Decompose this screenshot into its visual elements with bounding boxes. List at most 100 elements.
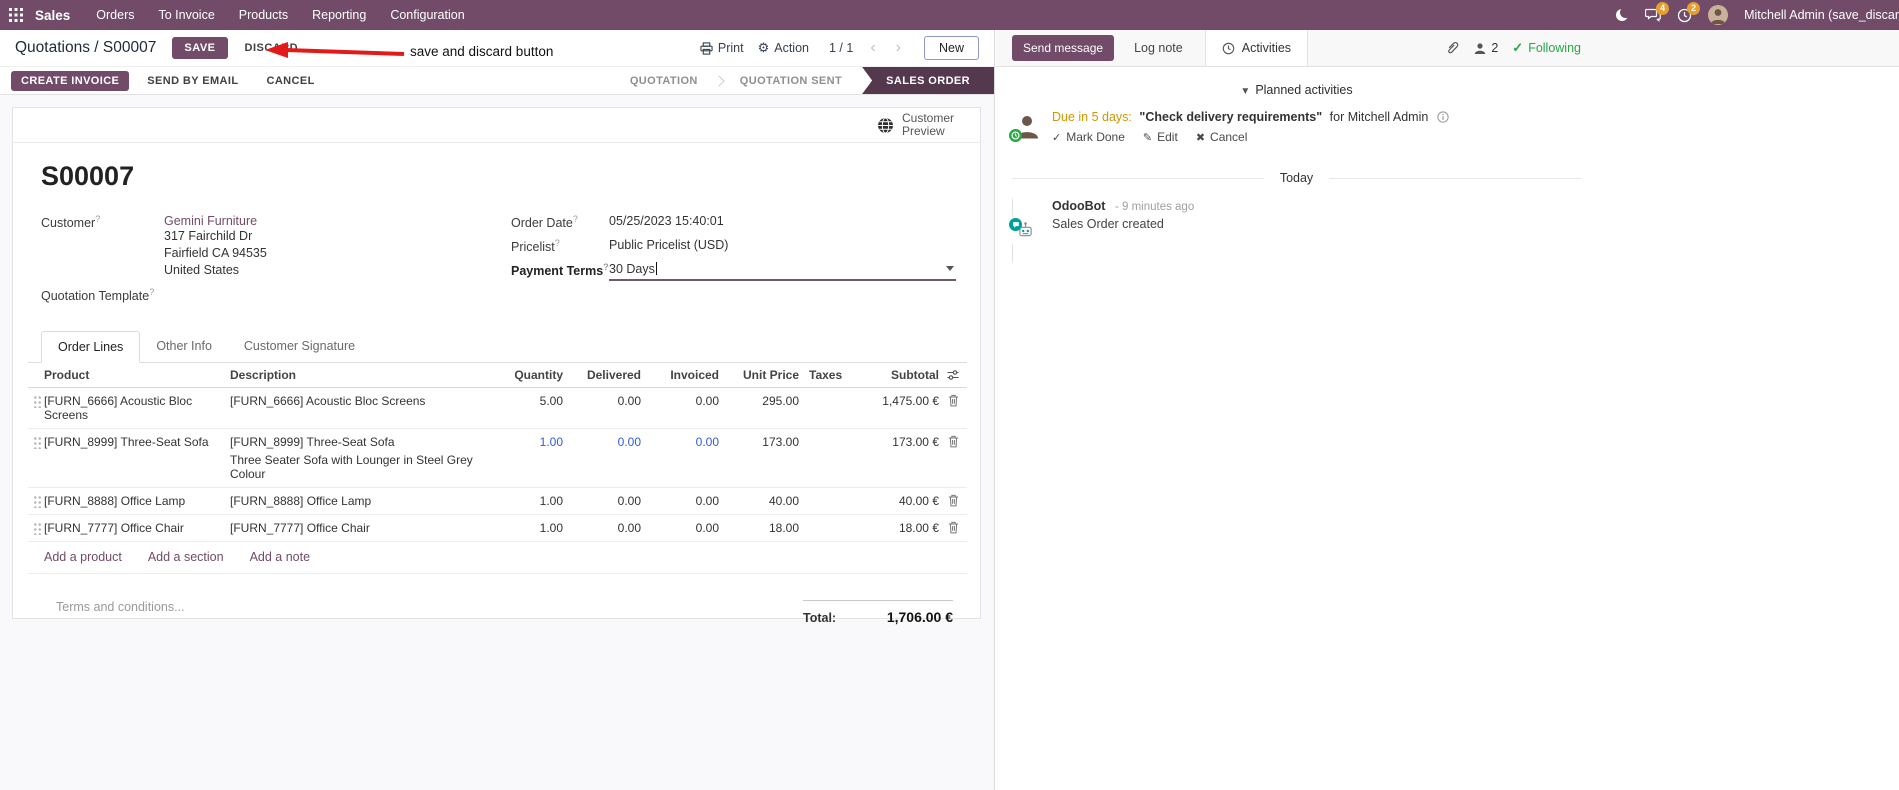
delete-line-icon[interactable] (939, 494, 967, 507)
drag-handle-icon[interactable] (33, 435, 42, 450)
menu-products[interactable]: Products (227, 0, 300, 30)
messages-icon[interactable]: 4 (1645, 2, 1670, 22)
order-line-row[interactable]: [FURN_8888] Office Lamp [FURN_8888] Offi… (28, 488, 967, 516)
col-product[interactable]: Product (44, 368, 230, 382)
tab-customer-signature[interactable]: Customer Signature (228, 331, 371, 362)
cell-quantity[interactable]: 1.00 (495, 494, 565, 508)
action-button[interactable]: ⚙ Action (758, 40, 809, 56)
drag-handle-icon[interactable] (33, 394, 42, 409)
add-section-link[interactable]: Add a section (148, 550, 224, 564)
cell-unit-price[interactable]: 40.00 (721, 494, 801, 508)
planned-activities-toggle[interactable]: ▼ Planned activities (1012, 83, 1581, 97)
cell-delivered[interactable]: 0.00 (565, 435, 643, 449)
menu-reporting[interactable]: Reporting (300, 0, 378, 30)
chevron-down-icon[interactable] (946, 266, 954, 272)
cell-unit-price[interactable]: 173.00 (721, 435, 801, 449)
col-delivered[interactable]: Delivered (565, 368, 643, 382)
info-icon[interactable] (1437, 111, 1449, 123)
cell-unit-price[interactable]: 295.00 (721, 394, 801, 408)
cell-invoiced[interactable]: 0.00 (643, 494, 721, 508)
payment-terms-input[interactable]: 30 Days (609, 262, 956, 282)
cell-quantity[interactable]: 1.00 (495, 521, 565, 535)
attachments-paperclip-icon[interactable] (1445, 41, 1459, 56)
cell-product[interactable]: [FURN_7777] Office Chair (44, 521, 230, 535)
cancel-button[interactable]: CANCEL (256, 71, 324, 91)
customer-preview-button[interactable]: Customer Preview (877, 112, 958, 138)
cell-unit-price[interactable]: 18.00 (721, 521, 801, 535)
pricelist-value[interactable]: Public Pricelist (USD) (609, 238, 728, 254)
cell-invoiced[interactable]: 0.00 (643, 521, 721, 535)
add-note-link[interactable]: Add a note (250, 550, 310, 564)
menu-to-invoice[interactable]: To Invoice (146, 0, 226, 30)
order-line-row[interactable]: [FURN_6666] Acoustic Bloc Screens [FURN_… (28, 388, 967, 430)
drag-handle-icon[interactable] (33, 494, 42, 509)
col-invoiced[interactable]: Invoiced (643, 368, 721, 382)
add-product-link[interactable]: Add a product (44, 550, 122, 564)
order-line-row[interactable]: [FURN_8999] Three-Seat Sofa [FURN_8999] … (28, 429, 967, 489)
menu-configuration[interactable]: Configuration (378, 0, 476, 30)
cell-description[interactable]: [FURN_8999] Three-Seat Sofa Three Seater … (230, 435, 495, 481)
cancel-activity-button[interactable]: ✖ Cancel (1196, 130, 1248, 144)
edit-activity-button[interactable]: ✎ Edit (1143, 130, 1178, 144)
stage-quotation-sent[interactable]: QUOTATION SENT (724, 67, 858, 94)
cell-quantity[interactable]: 5.00 (495, 394, 565, 408)
mark-done-button[interactable]: ✓ Mark Done (1052, 130, 1125, 144)
caret-down-icon: ▼ (1240, 86, 1251, 97)
quotation-template-field[interactable]: Quotation Template? (41, 287, 511, 303)
cell-product[interactable]: [FURN_8888] Office Lamp (44, 494, 230, 508)
pager-prev-icon[interactable]: ‹ (867, 40, 878, 56)
send-message-button[interactable]: Send message (1012, 35, 1115, 61)
delete-line-icon[interactable] (939, 394, 967, 407)
col-subtotal[interactable]: Subtotal (851, 368, 939, 382)
delete-line-icon[interactable] (939, 435, 967, 448)
stage-quotation[interactable]: QUOTATION (614, 67, 714, 94)
col-description[interactable]: Description (230, 368, 495, 382)
cell-quantity[interactable]: 1.00 (495, 435, 565, 449)
order-line-row[interactable]: [FURN_7777] Office Chair [FURN_7777] Off… (28, 515, 967, 543)
pager-next-icon[interactable]: › (893, 40, 904, 56)
tab-other-info[interactable]: Other Info (140, 331, 228, 362)
col-taxes[interactable]: Taxes (801, 368, 851, 382)
save-button[interactable]: SAVE (172, 37, 228, 59)
following-button[interactable]: ✓ Following (1512, 40, 1581, 56)
col-quantity[interactable]: Quantity (495, 368, 565, 382)
order-date-value[interactable]: 05/25/2023 15:40:01 (609, 214, 724, 230)
cell-delivered[interactable]: 0.00 (565, 521, 643, 535)
send-by-email-button[interactable]: SEND BY EMAIL (137, 71, 248, 91)
cell-invoiced[interactable]: 0.00 (643, 435, 721, 449)
followers-button[interactable]: 2 (1473, 41, 1498, 55)
cell-description[interactable]: [FURN_7777] Office Chair (230, 521, 495, 535)
create-invoice-button[interactable]: CREATE INVOICE (11, 70, 130, 91)
annotation-text: save and discard button (410, 44, 554, 59)
log-note-button[interactable]: Log note (1134, 41, 1183, 55)
cell-delivered[interactable]: 0.00 (565, 394, 643, 408)
menu-orders[interactable]: Orders (84, 0, 146, 30)
breadcrumb-current: S00007 (102, 39, 157, 56)
user-name[interactable]: Mitchell Admin (save_discar (1744, 8, 1899, 22)
terms-placeholder[interactable]: Terms and conditions... (56, 600, 185, 614)
dark-mode-moon-icon[interactable] (1616, 6, 1632, 22)
message-author[interactable]: OdooBot (1052, 199, 1105, 213)
optional-columns-icon[interactable] (939, 369, 967, 381)
breadcrumb-quotations[interactable]: Quotations (15, 39, 90, 56)
cell-description[interactable]: [FURN_6666] Acoustic Bloc Screens (230, 394, 495, 408)
cell-delivered[interactable]: 0.00 (565, 494, 643, 508)
cell-invoiced[interactable]: 0.00 (643, 394, 721, 408)
cell-product[interactable]: [FURN_6666] Acoustic Bloc Screens (44, 394, 230, 422)
activities-tab[interactable]: Activities (1204, 30, 1309, 66)
customer-link[interactable]: Gemini Furniture (164, 214, 257, 228)
cell-description[interactable]: [FURN_8888] Office Lamp (230, 494, 495, 508)
stage-sales-order[interactable]: SALES ORDER (862, 67, 994, 94)
new-button[interactable]: New (923, 36, 979, 60)
delete-line-icon[interactable] (939, 521, 967, 534)
user-avatar[interactable] (1708, 5, 1729, 25)
tab-order-lines[interactable]: Order Lines (41, 331, 141, 364)
cell-product[interactable]: [FURN_8999] Three-Seat Sofa (44, 435, 230, 449)
app-name[interactable]: Sales (35, 8, 70, 23)
cell-subtotal: 18.00 € (898, 521, 939, 536)
print-button[interactable]: Print (700, 41, 744, 55)
drag-handle-icon[interactable] (33, 521, 42, 536)
activities-clock-icon[interactable]: 2 (1677, 1, 1701, 23)
apps-grid-icon[interactable] (0, 8, 31, 22)
col-unit-price[interactable]: Unit Price (721, 368, 801, 382)
